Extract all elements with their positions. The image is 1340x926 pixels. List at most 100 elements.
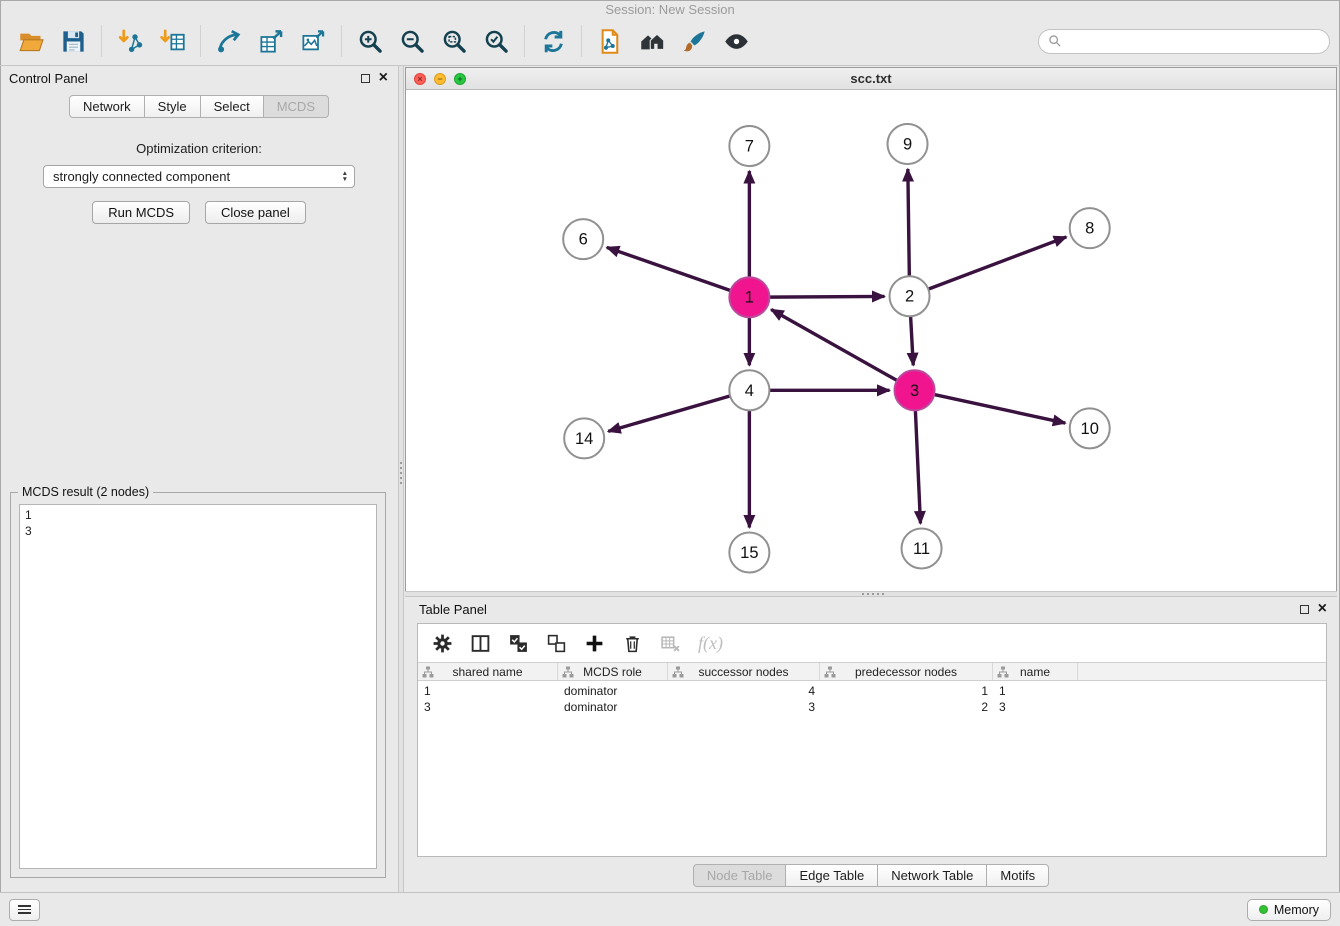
minimize-window-icon[interactable]: − [434,73,446,85]
optimization-dropdown[interactable]: strongly connected component ▲▼ [43,165,355,188]
tab-node-table[interactable]: Node Table [693,864,787,887]
function-builder-icon: f(x) [698,633,723,654]
column-type-icon [824,666,836,678]
deselect-all-icon[interactable] [546,633,567,654]
edge-1-2[interactable] [768,296,884,297]
zoom-out-button[interactable] [391,20,433,62]
node-3[interactable]: 3 [895,370,935,410]
table-cell[interactable]: 2 [820,700,993,714]
tab-select[interactable]: Select [200,95,264,118]
table-row[interactable]: 3dominator323 [418,699,1326,715]
style-paint-button[interactable] [673,20,715,62]
node-10[interactable]: 10 [1070,408,1110,448]
result-item[interactable]: 1 [20,507,376,523]
vertical-splitter[interactable] [398,66,404,892]
tab-motifs[interactable]: Motifs [986,864,1049,887]
edge-2-3[interactable] [911,315,914,365]
edge-1-6[interactable] [607,247,732,291]
column-header-shared-name[interactable]: shared name [418,663,558,680]
tab-mcds[interactable]: MCDS [263,95,329,118]
edge-3-1[interactable] [771,310,898,381]
network-share-icon [216,28,243,55]
table-panel-header: Table Panel × [405,597,1337,621]
float-panel-icon[interactable] [361,74,370,83]
table-cell[interactable]: 4 [668,684,820,698]
export-table-button[interactable] [250,20,292,62]
mcds-buttons-row: Run MCDS Close panel [0,201,398,224]
import-network-button[interactable] [109,20,151,62]
node-11[interactable]: 11 [902,528,942,568]
refresh-button[interactable] [532,20,574,62]
edge-3-10[interactable] [933,394,1065,423]
network-share-button[interactable] [208,20,250,62]
maximize-window-icon[interactable]: + [454,73,466,85]
close-panel-icon[interactable]: × [379,73,388,83]
node-6[interactable]: 6 [563,219,603,259]
edge-2-9[interactable] [908,169,910,277]
zoom-fit-button[interactable] [433,20,475,62]
column-header-MCDS-role[interactable]: MCDS role [558,663,668,680]
edge-2-8[interactable] [927,237,1066,290]
add-row-icon[interactable] [584,633,605,654]
zoom-selected-button[interactable] [475,20,517,62]
close-table-panel-icon[interactable]: × [1318,604,1327,614]
column-header-predecessor-nodes[interactable]: predecessor nodes [820,663,993,680]
memory-button[interactable]: Memory [1247,899,1331,921]
tab-network[interactable]: Network [69,95,145,118]
open-session-icon [18,28,45,55]
import-table-button[interactable] [151,20,193,62]
column-header-name[interactable]: name [993,663,1078,680]
show-hide-panels-button[interactable] [715,20,757,62]
network-document-button[interactable] [589,20,631,62]
float-table-panel-icon[interactable] [1300,605,1309,614]
table-cell[interactable]: 3 [993,700,1078,714]
edge-4-14[interactable] [608,396,731,432]
home-button[interactable] [631,20,673,62]
toolbar-separator [200,25,201,57]
node-8[interactable]: 8 [1070,208,1110,248]
save-session-button[interactable] [52,20,94,62]
result-item[interactable]: 3 [20,523,376,539]
select-all-icon[interactable] [508,633,529,654]
search-input[interactable] [1067,34,1320,48]
zoom-in-button[interactable] [349,20,391,62]
close-panel-button[interactable]: Close panel [205,201,306,224]
edge-3-11[interactable] [915,409,920,523]
table-cell[interactable]: 1 [418,684,558,698]
memory-indicator-dot [1259,905,1268,914]
horizontal-splitter[interactable] [405,591,1337,597]
column-header-successor-nodes[interactable]: successor nodes [668,663,820,680]
tab-style[interactable]: Style [144,95,201,118]
close-window-icon[interactable]: × [414,73,426,85]
node-7[interactable]: 7 [729,126,769,166]
node-label: 10 [1081,420,1099,438]
table-row[interactable]: 1dominator411 [418,683,1326,699]
run-mcds-button[interactable]: Run MCDS [92,201,190,224]
dropdown-selected-value: strongly connected component [53,169,342,184]
export-image-button[interactable] [292,20,334,62]
table-cell[interactable]: 1 [820,684,993,698]
table-cell[interactable]: dominator [558,684,668,698]
delete-row-icon[interactable] [622,633,643,654]
open-session-button[interactable] [10,20,52,62]
node-15[interactable]: 15 [729,532,769,572]
node-1[interactable]: 1 [729,277,769,317]
network-window-titlebar: × − + scc.txt [406,68,1336,90]
node-14[interactable]: 14 [564,418,604,458]
table-cell[interactable]: dominator [558,700,668,714]
optimization-label: Optimization criterion: [0,141,398,156]
node-9[interactable]: 9 [888,124,928,164]
tab-edge-table[interactable]: Edge Table [785,864,878,887]
network-canvas[interactable]: 7 9 6 8 1 2 4 3 14 10 15 11 [406,90,1336,591]
node-2[interactable]: 2 [890,276,930,316]
search-box[interactable] [1038,29,1330,54]
table-cell[interactable]: 3 [668,700,820,714]
table-cell[interactable]: 1 [993,684,1078,698]
settings-icon[interactable] [432,633,453,654]
tab-network-table[interactable]: Network Table [877,864,987,887]
columns-icon[interactable] [470,633,491,654]
menu-button[interactable] [9,899,40,921]
table-cell[interactable]: 3 [418,700,558,714]
main-toolbar [0,17,1340,66]
node-4[interactable]: 4 [729,370,769,410]
